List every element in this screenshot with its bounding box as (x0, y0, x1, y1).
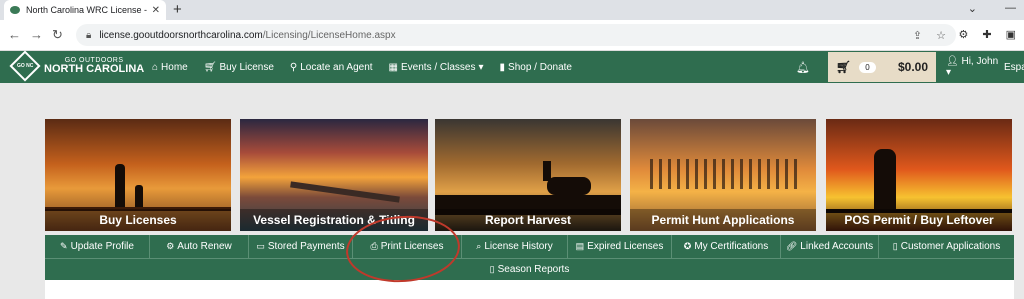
my-certifications-button[interactable]: ✪ My Certifications (672, 235, 781, 258)
credit-card-icon: ▭ (256, 241, 265, 251)
lock-icon[interactable]: 🔒︎ (86, 30, 91, 41)
share-icon[interactable]: ⇪ (913, 29, 922, 42)
tile-buy-licenses[interactable]: Buy Licenses (45, 119, 233, 231)
browser-tab-strip: North Carolina WRC License - Lic ✕ + ⌄ — (0, 0, 1024, 20)
tab-title: North Carolina WRC License - Lic (26, 5, 148, 15)
logo-title: NORTH CAROLINA (44, 63, 145, 75)
user-icon: 👤︎ (946, 56, 959, 67)
linked-accounts-button[interactable]: 🔗︎ Linked Accounts (781, 235, 879, 258)
cart-icon: 🛒︎ (203, 61, 217, 73)
archive-icon: ▤ (575, 241, 585, 251)
document-icon: ▯ (489, 264, 495, 274)
site-navbar: GO NC GO OUTDOORS NORTH CAROLINA ⌂ Home 🛒… (0, 50, 1024, 83)
auto-renew-button[interactable]: ⚙ Auto Renew (150, 235, 249, 258)
tile-report-harvest[interactable]: Report Harvest (435, 119, 623, 231)
new-tab-icon[interactable]: + (173, 1, 182, 18)
calendar-icon: ▦ (388, 61, 398, 73)
stored-payments-button[interactable]: ▭ Stored Payments (249, 235, 353, 258)
main-nav: ⌂ Home 🛒︎ Buy License ⚲ Locate an Agent ▦ Ev… (152, 51, 572, 83)
nav-buy-license[interactable]: 🛒︎ Buy License (204, 62, 274, 73)
home-icon: ⌂ (152, 61, 159, 73)
puzzle-icon[interactable]: ✚ (982, 28, 991, 41)
tile-permit-hunt-applications[interactable]: Permit Hunt Applications (630, 119, 818, 231)
tile-label: POS Permit / Buy Leftover (826, 209, 1012, 231)
feature-tiles: Buy Licenses Vessel Registration & Titli… (45, 119, 1014, 231)
edit-icon: ✎ (60, 241, 68, 251)
content-panel (45, 280, 1014, 299)
document-icon: ▯ (892, 241, 898, 251)
nav-home[interactable]: ⌂ Home (152, 62, 188, 73)
tile-label: Report Harvest (435, 209, 621, 231)
cart-icon: 🛒︎ (836, 60, 852, 74)
url-path: /Licensing/LicenseHome.aspx (262, 29, 396, 41)
extension-icon[interactable]: ⚙ (959, 28, 969, 41)
nav-locate-agent[interactable]: ⚲ Locate an Agent (290, 62, 373, 73)
bell-icon[interactable]: 🔔︎ (796, 61, 810, 74)
window-controls: ⌄ — (968, 2, 1016, 15)
reload-icon[interactable]: ↻ (52, 27, 63, 43)
forward-icon[interactable]: → (30, 27, 43, 42)
tile-pos-permit[interactable]: POS Permit / Buy Leftover (826, 119, 1014, 231)
browser-toolbar: ← → ↻ 🔒︎ license.gooutdoorsnorthcarolina… (0, 20, 1024, 51)
bookmark-star-icon[interactable]: ☆ (936, 29, 946, 42)
close-tab-icon[interactable]: ✕ (152, 5, 160, 16)
caret-down-icon: ▾ (478, 61, 484, 73)
browser-tab[interactable]: North Carolina WRC License - Lic ✕ (4, 0, 166, 20)
site-logo[interactable]: GO NC GO OUTDOORS NORTH CAROLINA (9, 50, 145, 82)
certificate-icon: ✪ (683, 241, 692, 251)
expired-licenses-button[interactable]: ▤ Expired Licenses (568, 235, 672, 258)
logo-diamond-icon: GO NC (9, 50, 41, 82)
license-history-button[interactable]: ⌕ License History (462, 235, 568, 258)
tile-vessel-registration[interactable]: Vessel Registration & Titling (240, 119, 430, 231)
search-icon: ⌕ (476, 241, 482, 251)
account-actions-bar-row2: ▯ Season Reports (45, 258, 1014, 280)
season-reports-button[interactable]: ▯ Season Reports (475, 259, 585, 280)
gear-icon: ⚙ (166, 241, 175, 251)
nav-shop-donate[interactable]: ▮ Shop / Donate (500, 62, 572, 73)
address-bar[interactable]: 🔒︎ license.gooutdoorsnorthcarolina.com /… (76, 24, 956, 46)
site-favicon-icon (10, 6, 20, 14)
chevron-down-icon[interactable]: ⌄ (968, 2, 977, 15)
minimize-icon[interactable]: — (1005, 2, 1016, 15)
cart-count-badge: 0 (859, 61, 876, 73)
map-marker-icon: ⚲ (289, 61, 298, 73)
shopping-bag-icon: ▮ (499, 61, 506, 73)
customer-applications-button[interactable]: ▯ Customer Applications (879, 235, 1014, 258)
back-icon[interactable]: ← (8, 27, 21, 42)
update-profile-button[interactable]: ✎ Update Profile (45, 235, 150, 258)
cart-button[interactable]: 🛒︎ 0 $0.00 (828, 52, 936, 82)
sidebar-icon[interactable]: ▣ (1006, 28, 1016, 41)
nav-events-classes[interactable]: ▦ Events / Classes ▾ (389, 62, 484, 73)
extension-icons: ⚙ ✚ ▣ (959, 28, 1017, 41)
account-actions-bar: ✎ Update Profile ⚙ Auto Renew ▭ Stored Paym… (45, 235, 1014, 258)
language-toggle[interactable]: Espa (1004, 62, 1024, 73)
url-host: license.gooutdoorsnorthcarolina.com (99, 29, 263, 41)
tile-label: Permit Hunt Applications (630, 209, 816, 231)
link-icon: 🔗︎ (785, 241, 798, 251)
tile-label: Buy Licenses (45, 209, 231, 231)
cart-total: $0.00 (897, 60, 928, 74)
user-menu[interactable]: 👤︎ Hi, John ▾ (946, 56, 1004, 78)
